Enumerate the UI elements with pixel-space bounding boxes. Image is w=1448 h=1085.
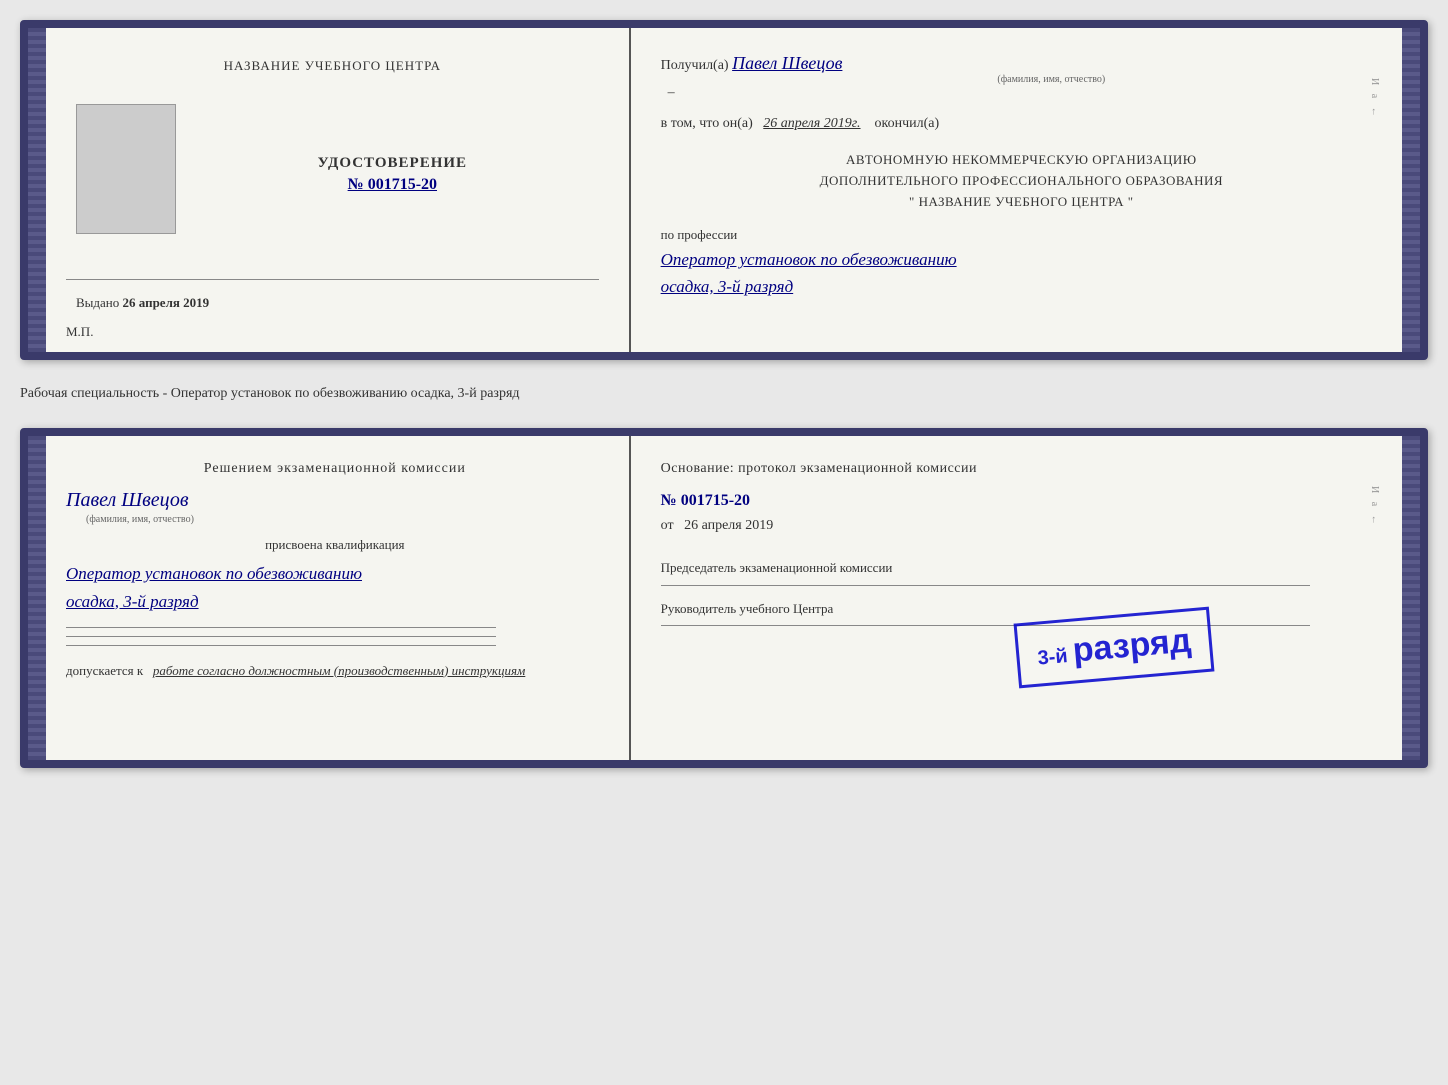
mp-label: М.П. bbox=[66, 324, 93, 340]
fio-subtitle: (фамилия, имя, отчество) bbox=[721, 74, 1382, 85]
qualification-stamp: 3-й разряд bbox=[1014, 607, 1215, 689]
cert-number: № 001715-20 bbox=[348, 176, 437, 194]
head-label: Руководитель учебного Центра bbox=[661, 601, 1382, 617]
photo-placeholder bbox=[76, 104, 176, 234]
person-name-large: Павел Швецов bbox=[66, 489, 604, 512]
chairman-label: Председатель экзаменационной комиссии bbox=[661, 559, 1382, 577]
qual-profession: Оператор установок по обезвоживанию bbox=[66, 561, 604, 587]
between-label: Рабочая специальность - Оператор установ… bbox=[20, 378, 1428, 410]
doc1-left-panel: НАЗВАНИЕ УЧЕБНОГО ЦЕНТРА УДОСТОВЕРЕНИЕ №… bbox=[46, 28, 631, 352]
doc1-right-panel: Получил(а) Павел Швецов (фамилия, имя, о… bbox=[631, 28, 1402, 352]
dopusk-line: допускается к работе согласно должностны… bbox=[66, 661, 604, 681]
org-line3: " НАЗВАНИЕ УЧЕБНОГО ЦЕНТРА " bbox=[661, 192, 1382, 213]
sig-line-3 bbox=[66, 645, 496, 646]
received-prefix: Получил(а) bbox=[661, 58, 729, 73]
from-date-value: 26 апреля 2019 bbox=[684, 518, 773, 533]
edge-char-arrow: ← bbox=[1369, 107, 1380, 120]
right-edge-chars: И а ← bbox=[1369, 78, 1380, 120]
stamp-line1: 3-й разряд bbox=[1036, 621, 1193, 673]
edge-char-i: И bbox=[1369, 78, 1380, 88]
protocol-number: № 001715-20 bbox=[661, 492, 1382, 510]
sig-lines bbox=[66, 627, 604, 646]
doc2-fio-sub: (фамилия, имя, отчество) bbox=[86, 514, 604, 525]
issued-label: Выдано bbox=[76, 295, 119, 310]
doc1-spine bbox=[28, 28, 46, 352]
qualification-label: присвоена квалификация bbox=[66, 537, 604, 553]
date-line: в том, что он(а) 26 апреля 2019г. окончи… bbox=[661, 116, 1382, 132]
profession-label: по профессии bbox=[661, 227, 1382, 243]
sig-line-1 bbox=[66, 627, 496, 628]
doc2-right-edge-chars: И а ← bbox=[1369, 486, 1380, 528]
document-1: НАЗВАНИЕ УЧЕБНОГО ЦЕНТРА УДОСТОВЕРЕНИЕ №… bbox=[20, 20, 1428, 360]
issued-line: Выдано 26 апреля 2019 bbox=[76, 295, 209, 311]
date-prefix: в том, что он(а) bbox=[661, 116, 753, 131]
doc1-right-spine bbox=[1402, 28, 1420, 352]
chairman-sig-line bbox=[661, 585, 1310, 586]
dopusk-prefix: допускается к bbox=[66, 663, 143, 678]
osnov-line: Основание: протокол экзаменационной коми… bbox=[661, 461, 1382, 477]
from-date: от 26 апреля 2019 bbox=[661, 518, 1382, 534]
cert-title: УДОСТОВЕРЕНИЕ bbox=[318, 155, 468, 172]
document-2: Решением экзаменационной комиссии Павел … bbox=[20, 428, 1428, 768]
from-prefix: от bbox=[661, 518, 674, 533]
doc1-separator bbox=[66, 279, 599, 280]
page-container: НАЗВАНИЕ УЧЕБНОГО ЦЕНТРА УДОСТОВЕРЕНИЕ №… bbox=[20, 20, 1428, 768]
received-line: Получил(а) Павел Швецов (фамилия, имя, о… bbox=[661, 53, 1382, 101]
received-name: Павел Швецов bbox=[732, 53, 842, 73]
date-suffix: окончил(а) bbox=[875, 116, 940, 131]
doc2-edge-char-arrow: ← bbox=[1369, 515, 1380, 528]
issued-date: 26 апреля 2019 bbox=[123, 295, 210, 310]
dash: – bbox=[668, 85, 675, 100]
doc2-right-panel: Основание: протокол экзаменационной коми… bbox=[631, 436, 1402, 760]
org-line2: ДОПОЛНИТЕЛЬНОГО ПРОФЕССИОНАЛЬНОГО ОБРАЗО… bbox=[661, 171, 1382, 192]
doc2-edge-char-i: И bbox=[1369, 486, 1380, 496]
org-line1: АВТОНОМНУЮ НЕКОММЕРЧЕСКУЮ ОРГАНИЗАЦИЮ bbox=[661, 150, 1382, 171]
profession-value: Оператор установок по обезвоживанию bbox=[661, 248, 1382, 272]
doc1-center-name: НАЗВАНИЕ УЧЕБНОГО ЦЕНТРА bbox=[224, 58, 441, 74]
doc2-right-spine bbox=[1402, 436, 1420, 760]
rank-value: осадка, 3-й разряд bbox=[661, 277, 1382, 297]
date-value: 26 апреля 2019г. bbox=[763, 116, 860, 131]
doc2-edge-char-a: а bbox=[1369, 502, 1380, 509]
head-sig-line bbox=[661, 625, 1310, 626]
qual-rank: осадка, 3-й разряд bbox=[66, 592, 604, 612]
org-block: АВТОНОМНУЮ НЕКОММЕРЧЕСКУЮ ОРГАНИЗАЦИЮ ДО… bbox=[661, 150, 1382, 212]
sig-line-2 bbox=[66, 636, 496, 637]
stamp-rank: разряд bbox=[1071, 621, 1193, 669]
edge-char-a: а bbox=[1369, 94, 1380, 101]
doc2-spine bbox=[28, 436, 46, 760]
decision-line: Решением экзаменационной комиссии bbox=[66, 461, 604, 477]
dopusk-value: работе согласно должностным (производств… bbox=[153, 663, 525, 678]
doc2-left-panel: Решением экзаменационной комиссии Павел … bbox=[46, 436, 631, 760]
